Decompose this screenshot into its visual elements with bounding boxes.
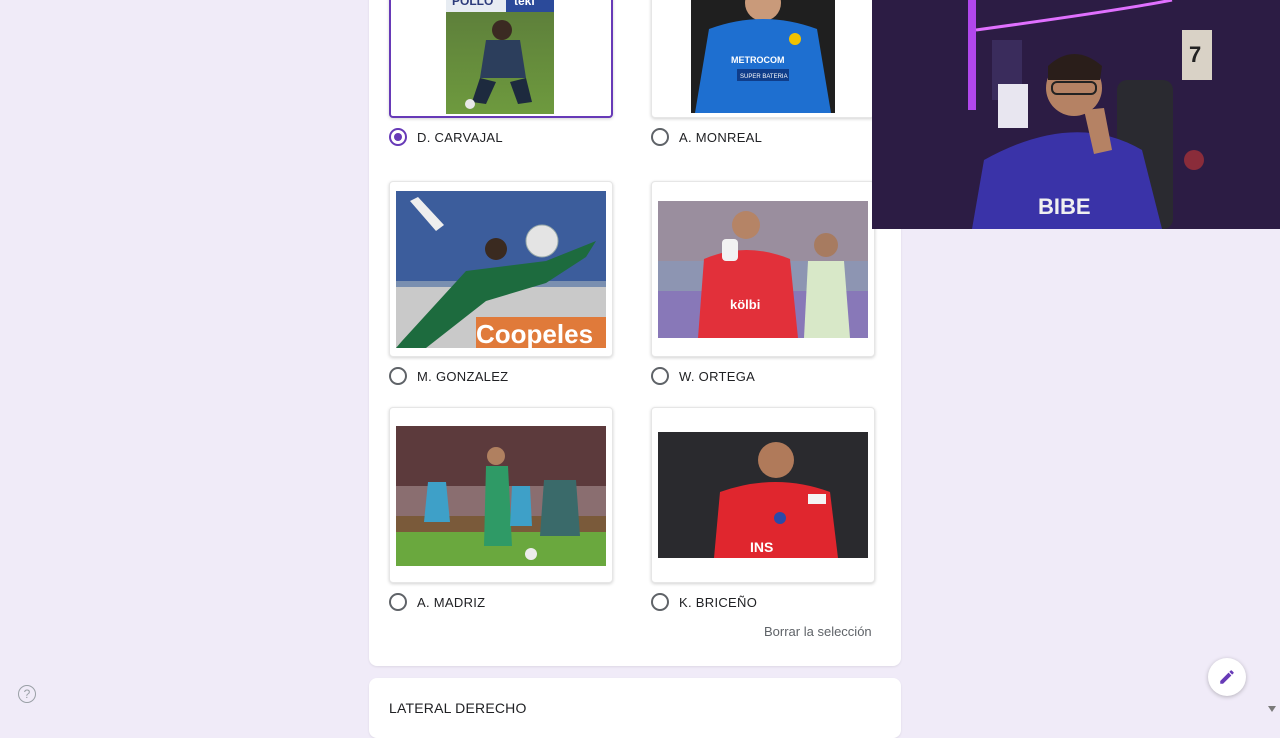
webcam-overlay: 7 BIBE <box>872 0 1280 229</box>
clear-selection-button[interactable]: Borrar la selección <box>760 622 898 641</box>
option-monreal[interactable]: METROCOM SUPER BATERIA A. MONREAL <box>651 0 875 164</box>
player-image: Coopeles <box>396 191 606 348</box>
option-label: W. ORTEGA <box>679 368 756 384</box>
option-image-frame[interactable] <box>389 407 613 583</box>
option-label: M. GONZALEZ <box>417 368 509 384</box>
radio-button[interactable] <box>651 593 669 611</box>
jersey-sponsor-text: kölbi <box>730 297 760 312</box>
webcam-image: 7 BIBE <box>872 0 1280 229</box>
option-ortega[interactable]: kölbi W. ORTEGA <box>651 181 875 385</box>
player-image: METROCOM SUPER BATERIA <box>695 0 831 113</box>
jersey-battery-text: SUPER BATERIA <box>740 74 788 80</box>
stadium-ad-text: Coopeles <box>476 319 593 348</box>
option-label: K. BRICEÑO <box>679 594 758 610</box>
radio-button[interactable] <box>651 367 669 385</box>
player-image <box>396 426 606 566</box>
ad-text-pollo: POLLO <box>452 0 493 8</box>
player-image: POLLO teki <box>446 0 554 109</box>
jersey-text: BIBE <box>1038 194 1091 219</box>
option-label: D. CARVAJAL <box>417 129 503 145</box>
question-card: POLLO teki D. CARVAJAL METROCOM SUPER BA… <box>369 0 901 666</box>
jersey-sponsor-text: INS <box>750 539 773 555</box>
ad-text-teki: teki <box>514 0 535 8</box>
option-madriz[interactable]: A. MADRIZ <box>389 407 613 611</box>
radio-button[interactable] <box>389 593 407 611</box>
player-image: INS <box>714 442 838 558</box>
next-section-card: LATERAL DERECHO <box>369 678 901 738</box>
help-circle-icon[interactable]: ? <box>18 685 36 703</box>
section-title: LATERAL DERECHO <box>389 700 527 716</box>
player-image: kölbi <box>658 201 868 338</box>
option-radio-row[interactable]: A. MADRIZ <box>389 593 485 611</box>
player-photo-carvajal: POLLO teki <box>446 0 554 114</box>
radio-button[interactable] <box>389 367 407 385</box>
jersey-sponsor-text: METROCOM <box>731 55 785 65</box>
option-radio-row[interactable]: M. GONZALEZ <box>389 367 508 385</box>
option-radio-row[interactable]: D. CARVAJAL <box>389 128 503 146</box>
poster-number-text: 7 <box>1189 42 1201 67</box>
option-carvajal[interactable]: POLLO teki D. CARVAJAL <box>389 0 613 164</box>
option-label: A. MONREAL <box>679 129 763 145</box>
radio-button[interactable] <box>389 128 407 146</box>
option-label: A. MADRIZ <box>417 594 486 610</box>
option-image-frame[interactable]: Coopeles <box>389 181 613 357</box>
pencil-icon <box>1220 670 1234 684</box>
player-photo-ortega: kölbi <box>658 201 868 338</box>
option-image-frame[interactable]: kölbi <box>651 181 875 357</box>
scroll-down-arrow-icon[interactable] <box>1268 706 1276 712</box>
edit-button[interactable] <box>1208 658 1246 696</box>
player-photo-madriz <box>396 426 606 566</box>
option-image-frame[interactable]: METROCOM SUPER BATERIA <box>651 0 875 118</box>
player-photo-monreal: METROCOM SUPER BATERIA <box>691 0 835 113</box>
option-radio-row[interactable]: A. MONREAL <box>651 128 762 146</box>
option-radio-row[interactable]: K. BRICEÑO <box>651 593 757 611</box>
player-photo-briceno: INS <box>658 432 868 558</box>
radio-button[interactable] <box>651 128 669 146</box>
option-gonzalez[interactable]: Coopeles M. GONZALEZ <box>389 181 613 385</box>
option-image-frame[interactable]: INS <box>651 407 875 583</box>
option-image-frame[interactable]: POLLO teki <box>389 0 613 118</box>
option-radio-row[interactable]: W. ORTEGA <box>651 367 755 385</box>
player-photo-gonzalez: Coopeles <box>396 191 606 348</box>
option-briceno[interactable]: INS K. BRICEÑO <box>651 407 875 611</box>
